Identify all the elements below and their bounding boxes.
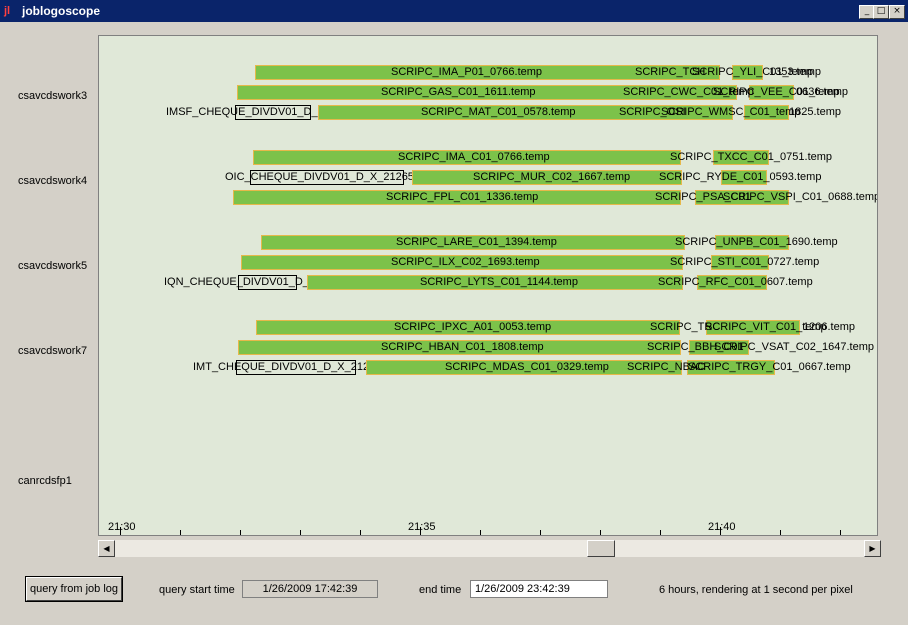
job-label: SCRIPC_IPXC_A01_0053.temp xyxy=(394,321,552,333)
title-bar[interactable]: jl joblogoscope _ □ × xyxy=(0,0,908,22)
job-label: SCRIPC_LARE_C01_1394.temp xyxy=(396,236,557,248)
axis-tick xyxy=(360,530,361,535)
start-time-label: query start time xyxy=(159,584,235,596)
job-label: SCRIPC_VSAT_C02_1647.temp xyxy=(714,341,874,353)
job-label: SCRIPC_GAS_C01_1611.temp xyxy=(381,86,536,98)
scroll-left-icon[interactable]: ◀ xyxy=(98,540,115,557)
job-label: SCRIPC_HBAN_C01_1808.temp xyxy=(381,341,544,353)
axis-tick xyxy=(420,527,421,535)
axis-tick xyxy=(180,530,181,535)
selected-job-box[interactable] xyxy=(235,105,311,120)
job-label: 1353.temp xyxy=(769,66,821,78)
axis-tick xyxy=(780,530,781,535)
axis-tick xyxy=(480,530,481,535)
axis-tick xyxy=(600,530,601,535)
axis-tick xyxy=(840,530,841,535)
job-label: SCRIPC_MDAS_C01_0329.temp xyxy=(445,361,609,373)
job-label: SCRIPC_TXCC_C01_0751.temp xyxy=(670,151,833,163)
job-label: SCRIPC_MAT_C01_0578.temp xyxy=(421,106,576,118)
scroll-right-icon[interactable]: ▶ xyxy=(864,540,881,557)
start-time-field: 1/26/2009 17:42:39 xyxy=(242,580,378,598)
time-tick-label: 21:40 xyxy=(708,521,736,533)
maximize-button[interactable]: □ xyxy=(873,5,889,19)
selected-job-box[interactable] xyxy=(250,170,404,185)
axis-tick xyxy=(660,530,661,535)
job-label: SCRIPC_LYTS_C01_1144.temp xyxy=(420,276,578,288)
job-label: SCRIPC_RFC_C01_0607.temp xyxy=(658,276,813,288)
job-label: SCRIPC_IMA_C01_0766.temp xyxy=(398,151,550,163)
job-label: 1825.temp xyxy=(789,106,841,118)
row-label-csavcdswork7: csavcdswork7 xyxy=(18,345,88,357)
axis-tick xyxy=(240,530,241,535)
selected-job-box[interactable] xyxy=(236,360,356,375)
horizontal-scrollbar[interactable]: ◀ ▶ xyxy=(98,540,881,557)
row-label-csavcdswork5: csavcdswork5 xyxy=(18,260,88,272)
job-label: SCRIPC_MUR_C02_1667.temp xyxy=(473,171,631,183)
app-icon: jl xyxy=(4,5,11,17)
close-button[interactable]: × xyxy=(889,5,905,19)
axis-tick xyxy=(120,527,121,535)
job-label: SCRIPC_TRGY_C01_0667.temp xyxy=(688,361,851,373)
render-status-text: 6 hours, rendering at 1 second per pixel xyxy=(659,584,853,596)
job-label: SCRIPC_UNPB_C01_1690.temp xyxy=(675,236,838,248)
job-label: SCRIPC_STI_C01_0727.temp xyxy=(670,256,820,268)
axis-tick xyxy=(720,527,721,535)
end-time-label: end time xyxy=(419,584,462,596)
job-label: SCRIPC_ILX_C02_1693.temp xyxy=(391,256,540,268)
query-from-job-log-button[interactable]: query from job log xyxy=(26,577,122,601)
job-label: 0636.temp xyxy=(796,86,848,98)
timeline-plot[interactable]: SCRIPC_IMA_P01_0766.temp SCRIPC_TCH SCRI… xyxy=(98,35,878,536)
job-label: SCRIPC_WMSC_C01_temp xyxy=(661,106,801,118)
selected-job-box[interactable] xyxy=(238,275,297,290)
end-time-input[interactable]: 1/26/2009 23:42:39 xyxy=(470,580,608,598)
row-label-csavcdswork4: csavcdswork4 xyxy=(18,175,88,187)
window-title: joblogoscope xyxy=(22,4,100,18)
axis-tick xyxy=(540,530,541,535)
row-label-canrcdsfp1: canrcdsfp1 xyxy=(18,475,72,487)
axis-tick xyxy=(300,530,301,535)
row-label-csavcdswork3: csavcdswork3 xyxy=(18,90,88,102)
scroll-thumb[interactable] xyxy=(587,540,615,557)
time-tick-label: 21:30 xyxy=(108,521,136,533)
job-label: 1206.temp xyxy=(803,321,855,333)
job-label: SCRIPC_IMA_P01_0766.temp xyxy=(391,66,543,78)
job-label: SCRIPC_RYDE_C01_0593.temp xyxy=(659,171,822,183)
job-label: SCRIPC_VSPI_C01_0688.temp xyxy=(723,191,878,203)
time-tick-label: 21:35 xyxy=(408,521,436,533)
job-label: SCRIPC_FPL_C01_1336.temp xyxy=(386,191,539,203)
